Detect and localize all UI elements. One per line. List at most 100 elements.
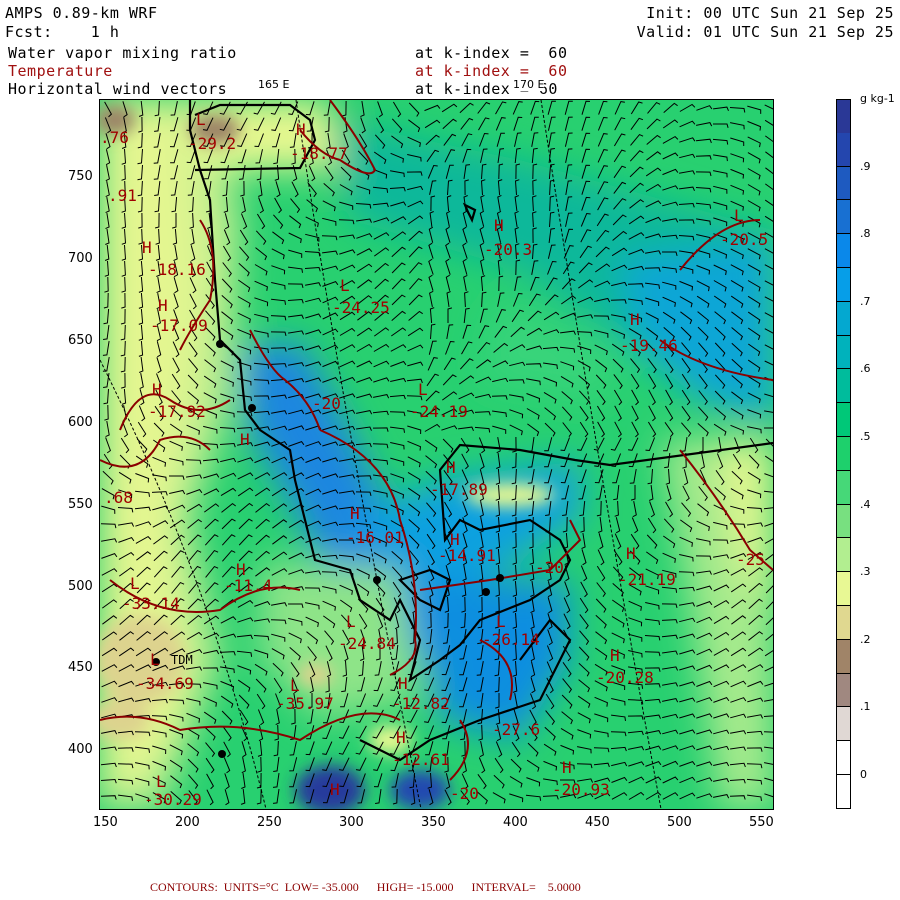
y-tick-label: 600	[68, 414, 93, 430]
colorbar-label: .9	[860, 159, 871, 173]
amps-weather-map: AMPS 0.89-km WRF Fcst: 1 h Init: 00 UTC …	[0, 0, 900, 900]
pressure-extremum-marker: L	[418, 380, 428, 399]
pressure-extremum-marker: H	[158, 296, 168, 315]
temperature-contour-label: -12.82	[392, 694, 450, 713]
x-tick-label: 500	[667, 815, 692, 830]
field-name-wind: Horizontal wind vectors	[8, 80, 228, 98]
temperature-contour-label: -20.28	[596, 668, 654, 687]
colorbar-cell	[836, 301, 851, 336]
y-tick-label: 650	[68, 332, 93, 348]
pressure-extremum-marker: H	[610, 646, 620, 665]
colorbar-cell	[836, 234, 851, 268]
temperature-contour-label: -20	[450, 784, 479, 803]
temperature-contour-label: -26.14	[482, 630, 540, 649]
temperature-contour-label: -21.19	[618, 570, 676, 589]
field-name-temperature: Temperature	[8, 62, 113, 80]
meridian-label-170e: 170 E	[513, 78, 545, 91]
x-tick-label: 300	[339, 815, 364, 830]
colorbar-label: .6	[860, 362, 871, 376]
pressure-extremum-marker: L	[150, 650, 160, 669]
pressure-extremum-marker: H	[152, 380, 162, 399]
pressure-extremum-marker: L	[346, 612, 356, 631]
temperature-contour-label: -18.16	[148, 260, 206, 279]
colorbar-cell	[836, 470, 851, 505]
pressure-extremum-marker: L	[196, 110, 206, 129]
colorbar-label: .3	[860, 565, 871, 579]
colorbar-label: .4	[860, 497, 871, 511]
temperature-contour-label: -24.19	[410, 402, 468, 421]
pressure-extremum-marker: H	[396, 728, 406, 747]
colorbar-label: .1	[860, 700, 871, 714]
model-title: AMPS 0.89-km WRF	[5, 4, 158, 22]
pressure-extremum-marker: H	[494, 216, 504, 235]
init-time: Init: 00 UTC Sun 21 Sep 25	[646, 4, 894, 22]
temperature-contour-label: -20.3	[484, 240, 533, 259]
temperature-contour-label: -11.4	[224, 576, 273, 595]
temperature-contour-label: -17.89	[430, 480, 488, 499]
pressure-extremum-marker: L	[734, 206, 744, 225]
temperature-contour-label: .76	[100, 128, 129, 147]
pressure-extremum-marker: L	[156, 772, 166, 791]
map-plot-area[interactable]: TDM L -29.2 H -18.77.76.91 H -18.16 H -17.09 H -1…	[99, 99, 774, 810]
temperature-contour-label: -24.84	[338, 634, 396, 653]
colorbar-cell	[836, 99, 851, 134]
pressure-extremum-marker: L	[290, 676, 300, 695]
colorbar-cell	[836, 504, 851, 539]
temperature-contour-label: -16.01	[346, 528, 404, 547]
station-label-tdm: TDM	[171, 653, 193, 667]
temperature-contour-label: -20.5	[720, 230, 769, 249]
temperature-contour-label: .91	[108, 186, 137, 205]
temperature-contour-label: -18.77	[290, 144, 348, 163]
forecast-hour: Fcst: 1 h	[5, 23, 120, 41]
y-tick-label: 700	[68, 250, 93, 266]
temperature-contour-label: -12.61	[392, 750, 450, 769]
colorbar-cell	[836, 741, 851, 775]
meridian-label-165e: 165 E	[258, 78, 290, 91]
temperature-contour-label: -17.09	[150, 316, 208, 335]
y-tick-label: 400	[68, 742, 93, 758]
field-level-mixing-ratio: at k-index = 60	[415, 44, 568, 62]
x-tick-label: 350	[421, 815, 446, 830]
temperature-contour-label: -20	[312, 394, 341, 413]
colorbar-cell	[836, 437, 851, 471]
pressure-extremum-marker: H	[446, 458, 456, 477]
temperature-contour-label: -24.25	[332, 298, 390, 317]
pressure-extremum-marker: H	[626, 544, 636, 563]
temperature-contour-label: -19.46	[620, 336, 678, 355]
x-tick-label: 400	[503, 815, 528, 830]
pressure-extremum-marker: H	[350, 504, 360, 523]
pressure-extremum-marker: H	[240, 430, 250, 449]
colorbar-cell	[836, 200, 851, 235]
x-tick-label: 450	[585, 815, 610, 830]
colorbar-cell	[836, 538, 851, 573]
temperature-contour-label: -14.91	[438, 546, 496, 565]
pressure-extremum-marker: H	[398, 674, 408, 693]
pressure-extremum-marker: H	[296, 120, 306, 139]
pressure-extremum-marker: H	[142, 238, 152, 257]
temperature-contour-label: -27.6	[492, 720, 541, 739]
y-tick-label: 500	[68, 578, 93, 594]
colorbar-cell	[836, 639, 851, 674]
temperature-contour-label: -35.97	[276, 694, 334, 713]
colorbar-cell	[836, 132, 851, 167]
colorbar-cell	[836, 166, 851, 201]
pressure-extremum-marker: L	[496, 612, 506, 631]
x-tick-label: 250	[257, 815, 282, 830]
colorbar-cell	[836, 403, 851, 437]
colorbar-label: .8	[860, 227, 871, 241]
temperature-contour-label: -34.69	[136, 674, 194, 693]
colorbar-cell	[836, 606, 851, 640]
temperature-contour-label: -25	[736, 550, 765, 569]
colorbar-label: .5	[860, 430, 871, 443]
pressure-extremum-marker: H	[630, 310, 640, 329]
colorbar-cell	[836, 572, 851, 606]
temperature-contour-label: .68	[104, 488, 133, 507]
colorbar-cell	[836, 775, 851, 809]
colorbar-cell	[836, 268, 851, 302]
temperature-contour-label: -20.93	[552, 780, 610, 799]
y-tick-label: 750	[68, 169, 93, 184]
colorbar-label: .2	[860, 632, 871, 646]
temperature-contour-label: -17.92	[148, 402, 206, 421]
field-name-mixing-ratio: Water vapor mixing ratio	[8, 44, 237, 62]
x-tick-label: 150	[93, 815, 118, 830]
